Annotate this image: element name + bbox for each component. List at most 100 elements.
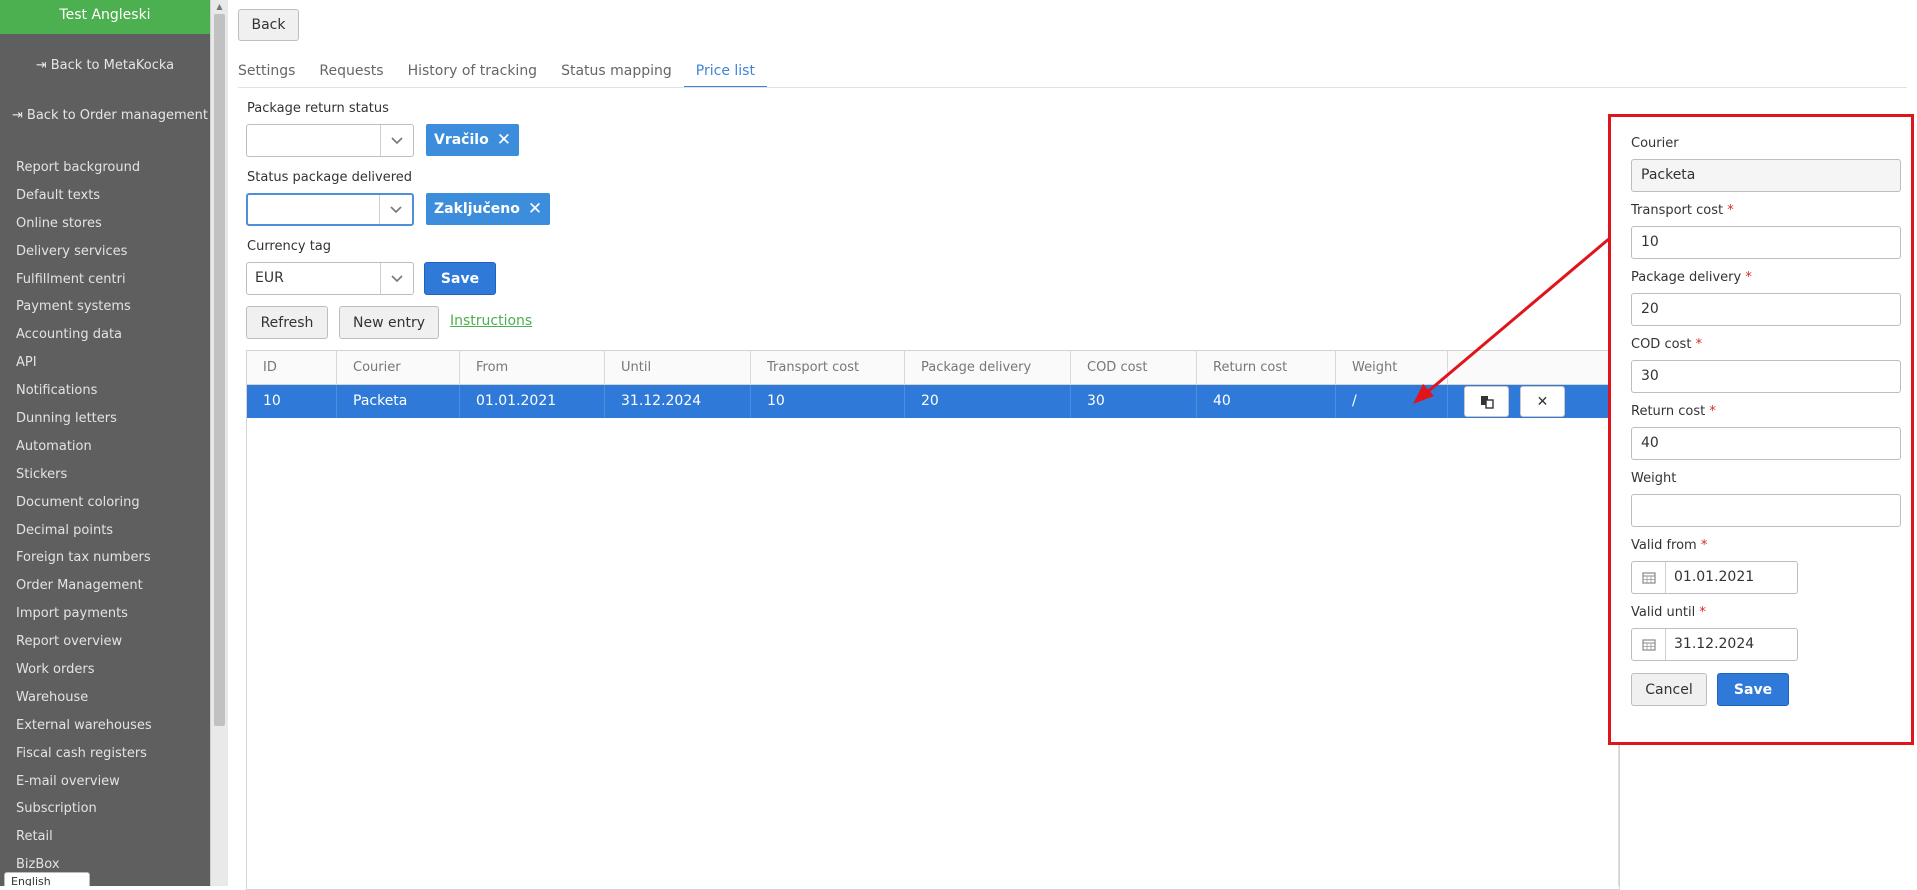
calendar-icon[interactable] [1632,629,1666,660]
return-status-tag: Vračilo ✕ [426,124,519,156]
column-header-cod-cost[interactable]: COD cost [1071,351,1197,384]
sidebar-item[interactable]: External warehouses [0,712,210,740]
sidebar-item[interactable]: Work orders [0,656,210,684]
column-header-id[interactable]: ID [247,351,337,384]
required-mark: * [1745,270,1752,285]
language-value: English [11,875,51,886]
chevron-down-icon[interactable] [380,263,413,294]
scroll-up-icon[interactable]: ▲ [211,0,228,14]
sidebar-item[interactable]: Default texts [0,182,210,210]
back-to-order-management-label: Back to Order management [26,107,208,123]
column-header-return-cost[interactable]: Return cost [1197,351,1336,384]
valid-from-datepicker[interactable]: 01.01.2021 [1631,561,1798,594]
sidebar-item[interactable]: Report overview [0,628,210,656]
valid-from-label: Valid from * [1631,538,1707,553]
tab-price-list[interactable]: Price list [683,56,767,87]
column-header-until[interactable]: Until [605,351,751,384]
cell-id: 10 [247,385,337,418]
cancel-button[interactable]: Cancel [1631,673,1707,706]
required-mark: * [1709,404,1716,419]
calendar-icon[interactable] [1632,562,1666,593]
delivered-status-value [248,195,379,224]
tab-requests[interactable]: Requests [307,56,395,87]
valid-from-value: 01.01.2021 [1674,569,1755,585]
return-status-tag-label: Vračilo [434,132,489,148]
chevron-down-icon[interactable] [380,125,413,156]
sidebar-item[interactable]: Fulfillment centri [0,266,210,294]
column-header-courier[interactable]: Courier [337,351,460,384]
package-delivery-label: Package delivery * [1631,270,1752,285]
sidebar-item[interactable]: Foreign tax numbers [0,544,210,572]
required-mark: * [1727,203,1734,218]
sidebar-item[interactable]: Order Management [0,572,210,600]
table-row[interactable]: 10 Packeta 01.01.2021 31.12.2024 10 20 3… [247,385,1619,418]
sidebar-item[interactable]: Subscription [0,795,210,823]
sidebar-item[interactable]: Notifications [0,377,210,405]
sidebar-item[interactable]: Payment systems [0,293,210,321]
save-currency-button[interactable]: Save [424,262,496,295]
delivered-status-select[interactable] [246,193,414,226]
sidebar-item[interactable]: API [0,349,210,377]
sidebar: Test Angleski ⇥ Back to MetaKocka ⇥ Back… [0,0,210,886]
back-to-metakocka-label: Back to MetaKocka [50,57,175,73]
sign-out-icon: ⇥ [12,107,23,123]
sidebar-item[interactable]: Report background [0,154,210,182]
transport-cost-input[interactable]: 10 [1631,226,1901,259]
chevron-down-icon[interactable] [379,195,412,224]
cell-courier: Packeta [337,385,460,418]
sidebar-item[interactable]: Retail [0,823,210,851]
column-header-weight[interactable]: Weight [1336,351,1448,384]
sidebar-scrollbar[interactable]: ▲ [210,0,228,886]
sidebar-item[interactable]: Dunning letters [0,405,210,433]
valid-until-label-text: Valid until [1631,605,1696,620]
sidebar-item[interactable]: Automation [0,433,210,461]
sidebar-item[interactable]: Accounting data [0,321,210,349]
sidebar-item[interactable]: Delivery services [0,238,210,266]
sidebar-item[interactable]: Online stores [0,210,210,238]
refresh-button[interactable]: Refresh [246,306,328,339]
column-header-package-delivery[interactable]: Package delivery [905,351,1071,384]
back-to-order-management-link[interactable]: ⇥ Back to Order management [0,100,210,130]
required-mark: * [1699,605,1706,620]
weight-input[interactable] [1631,494,1901,527]
back-button[interactable]: Back [238,9,299,41]
package-delivery-input[interactable]: 20 [1631,293,1901,326]
tab-history-of-tracking[interactable]: History of tracking [396,56,549,87]
scrollbar-thumb[interactable] [214,14,225,726]
delivered-status-label: Status package delivered [247,170,413,185]
valid-until-datepicker[interactable]: 31.12.2024 [1631,628,1798,661]
cell-package-delivery: 20 [905,385,1071,418]
remove-tag-icon[interactable]: ✕ [497,130,511,150]
return-cost-input[interactable]: 40 [1631,427,1901,460]
copy-row-button[interactable] [1464,386,1509,417]
required-mark: * [1700,538,1708,553]
close-icon: ✕ [1536,393,1549,410]
sidebar-item[interactable]: E-mail overview [0,768,210,796]
tab-settings[interactable]: Settings [238,56,307,87]
column-header-from[interactable]: From [460,351,605,384]
tab-status-mapping[interactable]: Status mapping [549,56,684,87]
return-status-select[interactable] [246,124,414,157]
sidebar-item[interactable]: Decimal points [0,517,210,545]
courier-label: Courier [1631,136,1679,151]
back-to-metakocka-link[interactable]: ⇥ Back to MetaKocka [0,50,210,80]
delete-row-button[interactable]: ✕ [1520,386,1565,417]
sidebar-item[interactable]: Fiscal cash registers [0,740,210,768]
sidebar-item[interactable]: Document coloring [0,489,210,517]
remove-tag-icon[interactable]: ✕ [528,199,542,219]
valid-until-value: 31.12.2024 [1674,636,1755,652]
new-entry-button[interactable]: New entry [339,306,439,339]
instructions-link[interactable]: Instructions [450,313,532,329]
return-status-label: Package return status [247,101,389,116]
language-select[interactable]: English [4,872,90,886]
sidebar-item[interactable]: Stickers [0,461,210,489]
save-button[interactable]: Save [1717,673,1789,706]
courier-input[interactable]: Packeta [1631,159,1901,192]
sidebar-item[interactable]: Import payments [0,600,210,628]
currency-select[interactable]: EUR [246,262,414,295]
cell-until: 31.12.2024 [605,385,751,418]
column-header-transport-cost[interactable]: Transport cost [751,351,905,384]
sidebar-item[interactable]: Warehouse [0,684,210,712]
cod-cost-input[interactable]: 30 [1631,360,1901,393]
required-mark: * [1695,337,1703,352]
